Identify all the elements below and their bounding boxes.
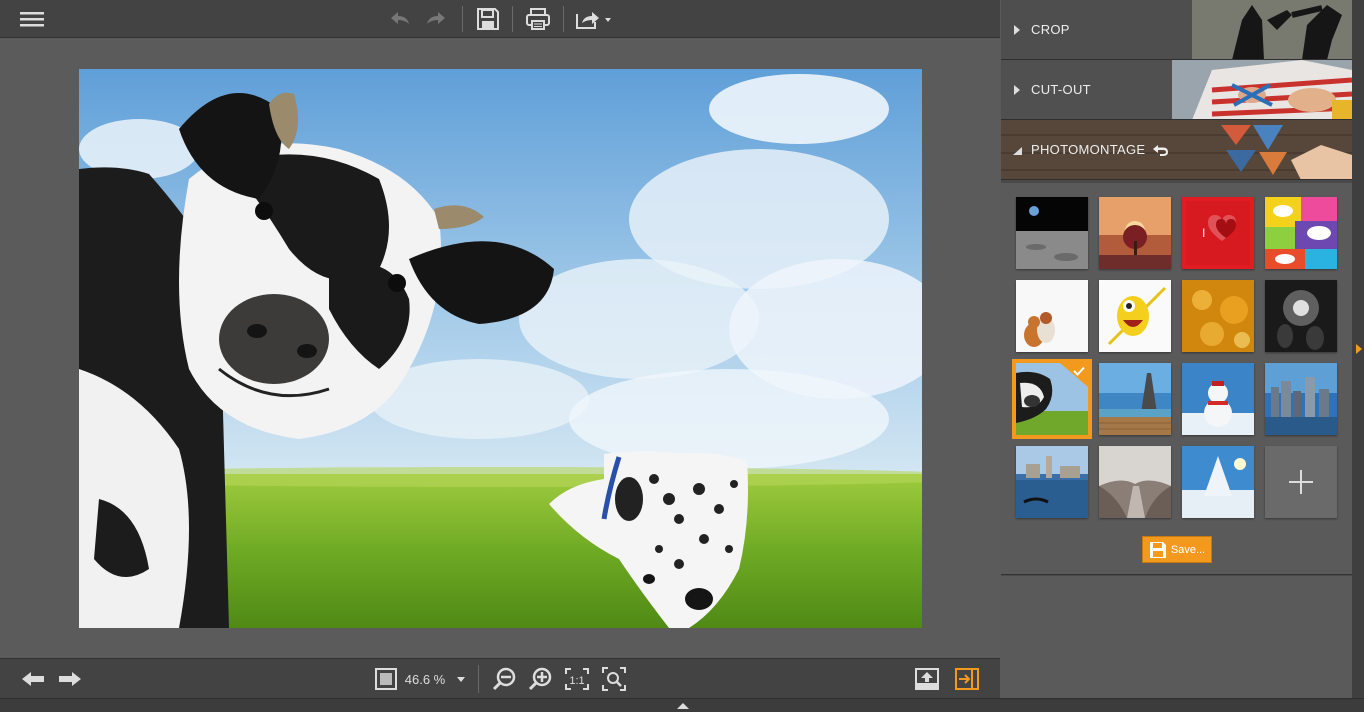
chevron-right-icon [1014, 85, 1020, 95]
section-label: PHOTOMONTAGE [1031, 142, 1146, 157]
section-label: CUT-OUT [1031, 82, 1091, 97]
template-sunset-tree[interactable] [1099, 197, 1171, 269]
cutout-banner-image [1172, 60, 1352, 119]
zoom-dropdown-icon[interactable] [454, 665, 468, 693]
template-yellow-monster[interactable] [1099, 280, 1171, 352]
print-icon[interactable] [523, 5, 553, 33]
template-eiffel[interactable] [1099, 363, 1171, 435]
redo-icon[interactable] [421, 5, 451, 33]
svg-text:1:1: 1:1 [569, 675, 584, 687]
collapse-up-icon[interactable] [676, 701, 690, 711]
crop-banner-image [1192, 0, 1352, 59]
template-cow-field[interactable] [1012, 359, 1092, 439]
zoom-fit-icon[interactable] [600, 665, 628, 693]
template-city[interactable] [1265, 363, 1337, 435]
right-panel: CROP CUT-OUT PHOTOMONTAGE I Save... [1001, 0, 1352, 698]
expand-right-icon[interactable] [1355, 343, 1363, 355]
top-toolbar [0, 0, 1000, 38]
template-pets[interactable] [1016, 280, 1088, 352]
template-gold-bokeh[interactable] [1182, 280, 1254, 352]
zoom-value[interactable]: 46.6 % [402, 665, 448, 693]
svg-text:I: I [1202, 226, 1205, 240]
panel-edge [1352, 0, 1364, 698]
template-comic[interactable] [1265, 197, 1337, 269]
plus-icon [1289, 470, 1313, 494]
template-add[interactable] [1265, 446, 1337, 518]
next-image-icon[interactable] [55, 665, 85, 693]
save-icon[interactable] [473, 5, 503, 33]
section-photomontage[interactable]: PHOTOMONTAGE [1001, 120, 1352, 180]
template-grid: I Save... [1001, 183, 1352, 575]
toolbar-divider [462, 6, 463, 32]
toolbar-divider [563, 6, 564, 32]
template-spotlight[interactable] [1265, 280, 1337, 352]
export-icon[interactable] [913, 665, 941, 693]
bottom-toolbar: 46.6 % 1:1 [0, 658, 1000, 698]
status-strip [0, 698, 1364, 712]
save-template-button[interactable]: Save... [1142, 536, 1212, 563]
section-cut-out[interactable]: CUT-OUT [1001, 60, 1352, 120]
template-snowman[interactable] [1182, 363, 1254, 435]
fit-window-icon[interactable] [372, 665, 400, 693]
section-crop[interactable]: CROP [1001, 0, 1352, 60]
panel-empty-area [1001, 576, 1352, 698]
template-snow-tree[interactable] [1182, 446, 1254, 518]
template-winter-path[interactable] [1099, 446, 1171, 518]
toolbar-divider [512, 6, 513, 32]
chevron-right-icon [1014, 25, 1020, 35]
zoom-out-icon[interactable] [490, 665, 518, 693]
save-template-label: Save... [1170, 543, 1206, 556]
chevron-down-icon [1013, 147, 1022, 155]
montage-photo[interactable] [79, 69, 922, 628]
template-moon[interactable] [1016, 197, 1088, 269]
zoom-in-icon[interactable] [526, 665, 554, 693]
photo-editor-app: 46.6 % 1:1 CROP CUT-OUT PHOTOMONTAGE I S… [0, 0, 1364, 712]
actual-size-icon[interactable]: 1:1 [563, 665, 591, 693]
save-icon [1149, 541, 1166, 558]
template-heart[interactable]: I [1182, 197, 1254, 269]
previous-image-icon[interactable] [18, 665, 48, 693]
checkmark-icon [1073, 366, 1085, 376]
toolbar-divider [478, 665, 479, 693]
template-venice[interactable] [1016, 446, 1088, 518]
section-label: CROP [1031, 22, 1070, 37]
menu-icon[interactable] [17, 5, 47, 33]
undo-icon[interactable] [385, 5, 415, 33]
canvas-area[interactable] [0, 39, 1000, 658]
share-icon[interactable] [573, 5, 615, 33]
undo-small-icon[interactable] [1151, 144, 1169, 158]
toggle-panel-icon[interactable] [953, 665, 981, 693]
